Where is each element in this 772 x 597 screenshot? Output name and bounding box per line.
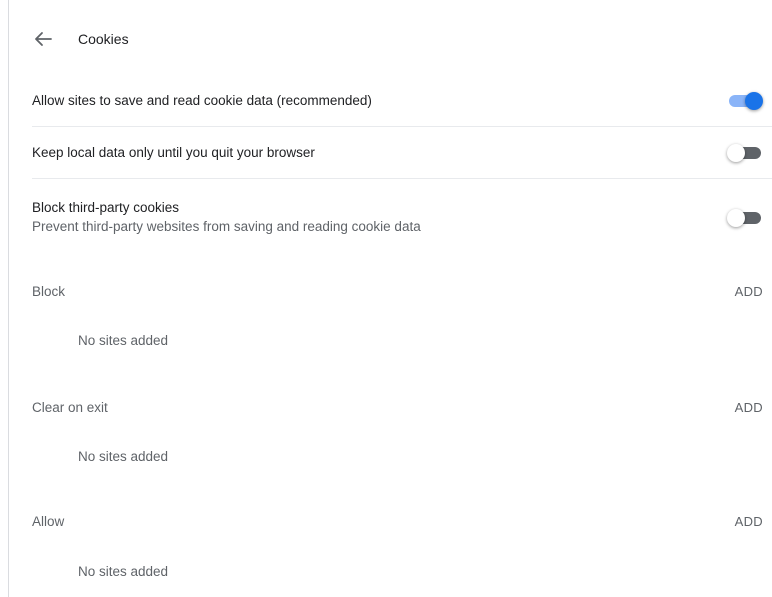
row-divider — [32, 178, 772, 179]
back-button[interactable] — [32, 28, 54, 50]
section-clear-on-exit: Clear on exit ADD — [32, 396, 763, 418]
section-block: Block ADD — [32, 280, 763, 302]
setting-keep-local-data[interactable]: Keep local data only until you quit your… — [32, 141, 763, 163]
setting-label: Keep local data only until you quit your… — [32, 144, 315, 160]
keep-local-data-toggle[interactable] — [727, 144, 763, 162]
toggle-knob — [745, 92, 763, 110]
toggle-knob — [727, 144, 745, 162]
setting-allow-cookies[interactable]: Allow sites to save and read cookie data… — [32, 89, 763, 111]
section-label: Allow — [32, 513, 65, 529]
left-divider — [8, 0, 9, 597]
clear-on-exit-add-button[interactable]: ADD — [735, 400, 763, 415]
block-third-party-toggle[interactable] — [727, 209, 763, 227]
allow-add-button[interactable]: ADD — [735, 514, 763, 529]
cookies-settings-page: Cookies Allow sites to save and read coo… — [0, 0, 772, 597]
setting-label: Allow sites to save and read cookie data… — [32, 92, 372, 108]
section-label: Clear on exit — [32, 399, 108, 415]
setting-block-third-party[interactable]: Block third-party cookies Prevent third-… — [32, 195, 763, 239]
clear-on-exit-empty-text: No sites added — [78, 449, 169, 464]
page-header: Cookies — [32, 28, 129, 50]
allow-cookies-toggle[interactable] — [729, 92, 763, 110]
section-label: Block — [32, 283, 66, 299]
row-divider — [32, 126, 772, 127]
setting-sublabel: Prevent third-party websites from saving… — [32, 219, 421, 234]
toggle-knob — [727, 209, 745, 227]
allow-empty-text: No sites added — [78, 564, 169, 579]
arrow-back-icon — [35, 32, 52, 46]
block-add-button[interactable]: ADD — [735, 284, 763, 299]
section-allow: Allow ADD — [32, 510, 763, 532]
page-title: Cookies — [78, 31, 129, 47]
setting-label: Block third-party cookies — [32, 200, 180, 215]
block-empty-text: No sites added — [78, 333, 169, 348]
setting-text-group: Block third-party cookies Prevent third-… — [32, 200, 421, 234]
